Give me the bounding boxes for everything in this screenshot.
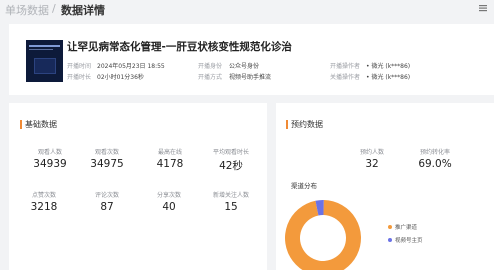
live-cover-image bbox=[26, 40, 63, 82]
stat-label: 预约人数 bbox=[359, 149, 384, 156]
meta-label-start-time: 开播时间 bbox=[67, 63, 92, 70]
section-accent bbox=[20, 120, 22, 129]
legend-label: 推广渠道 bbox=[395, 225, 418, 231]
legend-dot-promotion bbox=[388, 225, 392, 229]
channel-donut-chart bbox=[285, 200, 361, 270]
stat-label: 最高在线 bbox=[157, 149, 182, 156]
stat-label: 平均观看时长 bbox=[212, 149, 249, 156]
stat-value: 34939 bbox=[33, 158, 67, 170]
basic-data-title: 基础数据 bbox=[25, 120, 57, 129]
meta-label-start-operator: 开播操作者 bbox=[330, 63, 361, 70]
stat-label: 预约转化率 bbox=[419, 149, 450, 156]
meta-label-end-operator: 关播操作者 bbox=[330, 74, 361, 81]
legend-label: 视频号主页 bbox=[395, 238, 423, 244]
stat-label: 观看人数 bbox=[37, 149, 62, 156]
stat-value: 40 bbox=[162, 201, 176, 213]
live-title: 让罕见病常态化管理-一肝豆状核变性规范化诊治 bbox=[67, 41, 292, 53]
meta-value-duration: 02小时01分36秒 bbox=[97, 74, 144, 81]
meta-value-identity: 公众号身份 bbox=[229, 63, 260, 70]
stat-label: 分享次数 bbox=[156, 192, 181, 199]
stat-value: 32 bbox=[365, 158, 379, 170]
section-accent bbox=[286, 120, 288, 129]
stat-label: 点赞次数 bbox=[31, 192, 56, 199]
meta-label-identity: 开播身份 bbox=[198, 63, 223, 70]
stat-value: 87 bbox=[100, 201, 114, 213]
page-title: 数据详情 bbox=[61, 4, 105, 17]
meta-label-method: 开播方式 bbox=[198, 74, 223, 81]
stat-value: 69.0% bbox=[418, 158, 452, 170]
channel-distribution-title: 渠道分布 bbox=[291, 182, 317, 190]
meta-value-method: 视频号助手推流 bbox=[229, 74, 272, 81]
live-info-card bbox=[9, 24, 494, 95]
stat-label: 观看次数 bbox=[94, 149, 119, 156]
stat-value: 34975 bbox=[90, 158, 124, 170]
stat-value: 15 bbox=[224, 201, 238, 213]
stat-value: 3218 bbox=[30, 201, 58, 213]
stat-label: 新增关注人数 bbox=[212, 192, 249, 199]
stat-label: 评论次数 bbox=[94, 192, 119, 199]
meta-value-start-time: 2024年05月23日 18:55 bbox=[97, 63, 165, 70]
menu-icon[interactable] bbox=[478, 3, 488, 13]
breadcrumb-separator: / bbox=[52, 2, 56, 15]
stat-value: 4178 bbox=[156, 158, 184, 170]
meta-value-start-operator: • 微光 (k***86) bbox=[366, 63, 411, 70]
meta-label-duration: 开播时长 bbox=[67, 74, 92, 81]
reservation-data-title: 预约数据 bbox=[291, 120, 323, 129]
breadcrumb-parent[interactable]: 单场数据 bbox=[5, 2, 49, 18]
stat-value: 42秒 bbox=[219, 160, 243, 172]
meta-value-end-operator: • 微光 (k***86) bbox=[366, 74, 411, 81]
legend-dot-homepage bbox=[388, 238, 392, 242]
